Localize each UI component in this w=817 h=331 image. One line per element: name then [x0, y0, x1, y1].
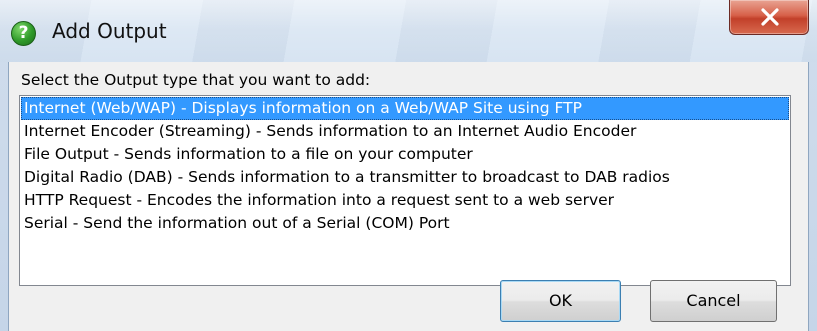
list-item-internet-encoder[interactable]: Internet Encoder (Streaming) - Sends inf… [21, 120, 789, 143]
list-item-http-request[interactable]: HTTP Request - Encodes the information i… [21, 189, 789, 212]
list-item-digital-radio-dab[interactable]: Digital Radio (DAB) - Sends information … [21, 166, 789, 189]
help-question-icon: ? [11, 21, 36, 46]
prompt-label: Select the Output type that you want to … [21, 71, 371, 89]
ok-button[interactable]: OK [500, 280, 621, 322]
list-item-internet-web-wap[interactable]: Internet (Web/WAP) - Displays informatio… [21, 97, 789, 120]
cancel-button[interactable]: Cancel [650, 280, 777, 322]
close-icon [761, 8, 779, 26]
window-title: Add Output [52, 19, 167, 43]
list-item-file-output[interactable]: File Output - Sends information to a fil… [21, 143, 789, 166]
close-button[interactable] [729, 0, 809, 35]
dialog-body: Select the Output type that you want to … [8, 62, 809, 331]
output-type-listbox[interactable]: Internet (Web/WAP) - Displays informatio… [19, 95, 791, 286]
list-item-serial[interactable]: Serial - Send the information out of a S… [21, 212, 789, 235]
add-output-dialog: ? Add Output Select the Output type that… [0, 0, 817, 331]
title-bar[interactable]: ? Add Output [0, 0, 817, 62]
